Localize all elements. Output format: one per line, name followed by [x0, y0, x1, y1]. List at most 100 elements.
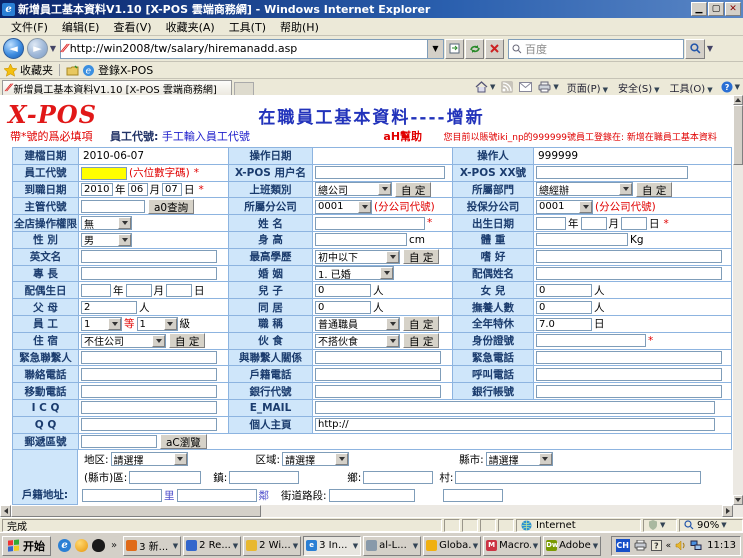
command-page[interactable]: 页面(P)▼ [562, 80, 613, 95]
favorites-label[interactable]: 收藏夹 [20, 62, 53, 78]
horizontal-scroll-thumb[interactable] [11, 505, 261, 517]
form-input[interactable] [443, 489, 503, 502]
start-button[interactable]: 开始 [2, 536, 51, 556]
form-input[interactable] [315, 166, 445, 179]
form-input[interactable] [315, 301, 371, 314]
form-input[interactable] [363, 471, 433, 484]
chevron-down-icon[interactable] [378, 183, 391, 195]
form-button[interactable]: a0查詢 [148, 199, 194, 214]
form-input[interactable] [329, 489, 415, 502]
form-button[interactable]: 自 定 [169, 333, 205, 348]
taskbar-task-button[interactable]: MMacro...▼ [483, 536, 541, 556]
help-icon[interactable]: ?▼ [721, 81, 740, 93]
form-select[interactable]: 初中以下 [315, 250, 400, 264]
form-select[interactable]: 無 [81, 216, 132, 230]
search-options-dropdown-icon[interactable]: ▼ [705, 44, 715, 53]
scroll-left-icon[interactable] [0, 505, 11, 517]
search-input[interactable]: 百度 [508, 39, 684, 59]
form-input[interactable] [81, 200, 145, 213]
task-group-dropdown-icon[interactable]: ▼ [353, 542, 358, 550]
forward-button[interactable]: ► [27, 38, 48, 59]
form-select[interactable]: 0001 [315, 200, 372, 214]
taskbar-task-button[interactable]: DwAdobe...▼ [543, 536, 601, 556]
new-tab-button[interactable] [234, 82, 254, 95]
form-input[interactable] [536, 318, 592, 331]
form-button[interactable]: 自 定 [403, 333, 439, 348]
form-input[interactable] [536, 385, 722, 398]
favorites-link[interactable]: 登錄X-POS [98, 62, 153, 78]
form-input[interactable] [315, 401, 715, 414]
chevron-down-icon[interactable] [174, 453, 187, 465]
chevron-down-icon[interactable] [579, 201, 592, 213]
task-group-dropdown-icon[interactable]: ▼ [473, 542, 478, 550]
form-input[interactable] [177, 489, 257, 502]
read-mail-icon[interactable] [519, 82, 532, 92]
add-favorites-folder-icon[interactable] [66, 64, 79, 77]
form-input[interactable] [81, 368, 217, 381]
quick-ie-icon[interactable]: e [58, 539, 71, 552]
command-safety[interactable]: 安全(S)▼ [613, 80, 665, 95]
form-input[interactable] [315, 217, 425, 230]
print-icon[interactable]: ▼ [538, 81, 558, 93]
chevron-down-icon[interactable] [539, 453, 552, 465]
tab-active[interactable]: ⁄⁄ 新增員工基本資料V1.10 [X-POS 雲端商務網] [2, 80, 232, 95]
feeds-icon[interactable] [501, 81, 513, 93]
command-tools[interactable]: 工具(O)▼ [665, 80, 718, 95]
help-link[interactable]: aH幫助 [383, 130, 422, 143]
language-indicator[interactable]: CH [616, 539, 630, 552]
menu-item[interactable]: 文件(F) [4, 18, 55, 36]
network-icon[interactable] [690, 540, 702, 551]
chevron-down-icon[interactable] [118, 217, 131, 229]
chevron-down-icon[interactable] [164, 318, 177, 330]
form-input[interactable] [315, 385, 441, 398]
stop-button[interactable] [485, 39, 504, 59]
chevron-down-icon[interactable] [335, 453, 348, 465]
task-group-dropdown-icon[interactable]: ▼ [173, 542, 178, 550]
address-dropdown-icon[interactable]: ▼ [428, 39, 444, 59]
form-input[interactable] [82, 489, 162, 502]
chevron-down-icon[interactable] [386, 335, 399, 347]
form-input[interactable] [81, 250, 217, 263]
form-button[interactable]: 自 定 [403, 249, 439, 264]
form-input[interactable] [581, 217, 607, 230]
form-button[interactable]: aC瀏覽 [160, 434, 207, 449]
form-select[interactable]: 不住公司 [81, 334, 166, 348]
form-select[interactable]: 請選擇 [282, 452, 349, 466]
form-input[interactable] [536, 166, 688, 179]
form-select[interactable]: 請選擇 [111, 452, 188, 466]
taskbar-task-button[interactable]: 3 新...▼ [123, 536, 181, 556]
form-input[interactable] [536, 301, 592, 314]
scroll-right-icon[interactable] [722, 505, 733, 517]
back-button[interactable]: ◄ [3, 38, 24, 59]
form-input[interactable] [81, 167, 127, 180]
menu-item[interactable]: 工具(T) [222, 18, 273, 36]
quick-launch-overflow-icon[interactable]: » [111, 540, 117, 551]
quick-qq-icon[interactable] [92, 539, 105, 552]
form-input[interactable] [315, 351, 441, 364]
form-input[interactable] [81, 418, 217, 431]
scroll-down-icon[interactable] [733, 495, 743, 505]
compatibility-view-icon[interactable] [445, 39, 464, 59]
address-field[interactable]: ⁄⁄ http://win2008/tw/salary/hiremanadd.a… [60, 39, 428, 59]
hide-icons-chevron-icon[interactable]: « [666, 541, 672, 551]
task-group-dropdown-icon[interactable]: ▼ [293, 542, 298, 550]
form-input[interactable] [162, 183, 182, 196]
chevron-down-icon[interactable] [108, 318, 121, 330]
form-input[interactable] [536, 267, 722, 280]
taskbar-task-button[interactable]: al-L...▼ [363, 536, 421, 556]
taskbar-task-button[interactable]: Globa...▼ [423, 536, 481, 556]
home-icon[interactable]: ▼ [475, 81, 495, 93]
form-input[interactable] [315, 233, 407, 246]
chevron-down-icon[interactable] [386, 318, 399, 330]
scroll-track[interactable] [261, 505, 722, 517]
search-go-icon[interactable] [685, 39, 705, 59]
form-input[interactable] [81, 401, 217, 414]
menu-item[interactable]: 收藏夹(A) [159, 18, 222, 36]
taskbar-task-button[interactable]: 2 Re...▼ [183, 536, 241, 556]
maximize-button[interactable]: ▢ [708, 2, 724, 16]
chevron-down-icon[interactable] [619, 183, 632, 195]
chevron-down-icon[interactable] [380, 267, 393, 279]
chevron-down-icon[interactable] [152, 335, 165, 347]
protected-mode-pane[interactable]: ▼ [643, 519, 677, 532]
form-input[interactable] [129, 471, 201, 484]
